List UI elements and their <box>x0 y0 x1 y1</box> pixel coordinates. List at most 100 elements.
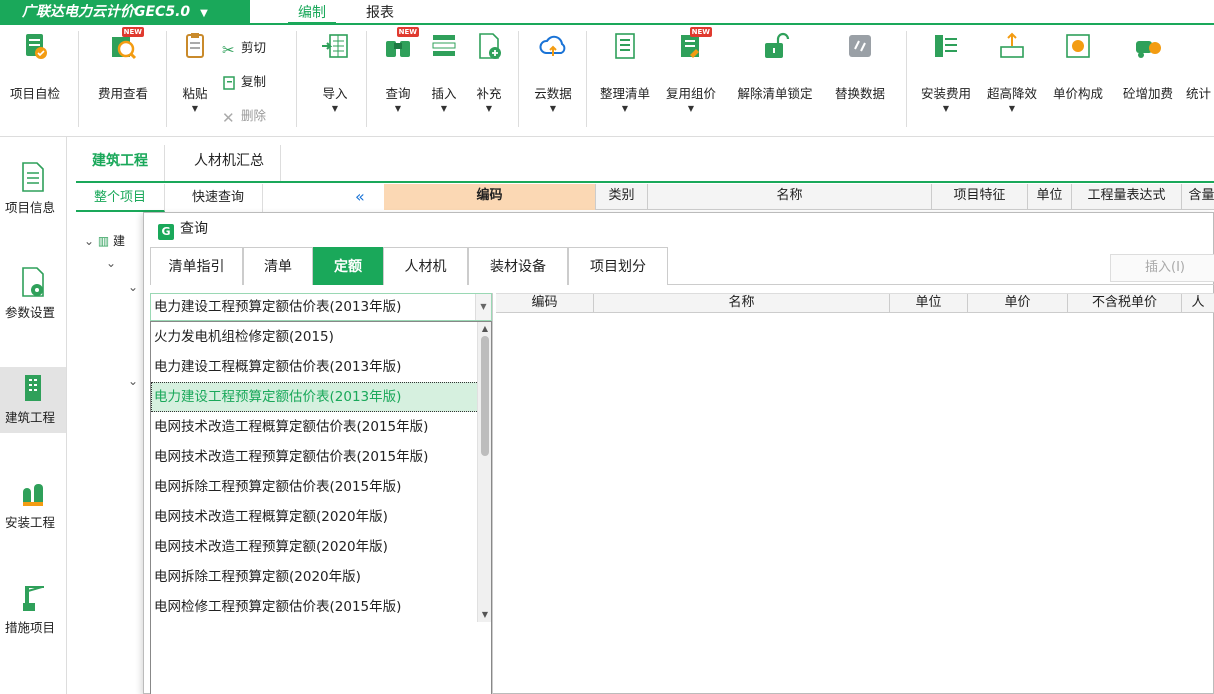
dropdown-option[interactable]: 电力建设工程概算定额估价表(2013年版) <box>151 352 479 382</box>
column-header-labor[interactable]: 人 <box>1182 294 1214 313</box>
chevron-down-icon: ▼ <box>942 104 950 113</box>
reuse-group-button[interactable]: NEW 复用组价 ▼ <box>660 27 722 113</box>
insert-button[interactable]: 插入(I) <box>1110 254 1214 282</box>
scroll-down-icon[interactable]: ▼ <box>478 608 492 622</box>
tab-project-division[interactable]: 项目划分 <box>568 247 668 285</box>
column-header-unit[interactable]: 单位 <box>890 294 968 313</box>
sidebar-item-params[interactable]: 参数设置 <box>0 262 66 328</box>
tab-material-equipment[interactable]: 装材设备 <box>468 247 568 285</box>
column-header-content[interactable]: 含量 <box>1182 184 1214 210</box>
unlock-list-button[interactable]: 解除清单锁定 <box>728 31 822 102</box>
concrete-add-button[interactable]: 砼增加费 <box>1116 31 1180 102</box>
app-title-menu[interactable]: 广联达电力云计价GEC5.0 ▼ <box>0 0 250 24</box>
dropdown-option[interactable]: 电网技术改造工程概算定额估价表(2015年版) <box>151 412 479 442</box>
dropdown-option[interactable]: 火力发电机组检修定额(2015) <box>151 322 479 352</box>
height-reduce-button[interactable]: 超高降效 ▼ <box>980 31 1044 113</box>
dropdown-option[interactable]: 电网技术改造工程预算定额估价表(2015年版) <box>151 442 479 472</box>
chevron-down-icon: ▼ <box>394 104 402 113</box>
menu-tab-report[interactable]: 报表 <box>356 2 404 25</box>
chevron-down-icon: ▼ <box>549 104 557 113</box>
column-header-code[interactable]: 编码 <box>496 294 594 313</box>
column-header-feature[interactable]: 项目特征 <box>932 184 1028 210</box>
dropdown-option[interactable]: 电网技术改造工程概算定额(2020年版) <box>151 502 479 532</box>
menu-tab-edit[interactable]: 编制 <box>288 2 336 25</box>
install-fee-button[interactable]: 安装费用 ▼ <box>914 31 978 113</box>
dropdown-option[interactable]: 电网技术改造工程预算定额(2020年版) <box>151 532 479 562</box>
install-list-icon <box>931 31 961 61</box>
tab-labor-material-machine[interactable]: 人材机 <box>383 247 468 285</box>
dropdown-option[interactable]: 电网检修工程预算定额估价表(2015年版) <box>151 592 479 622</box>
delete-button[interactable]: ✕ 删除 <box>222 105 266 127</box>
app-title: 广联达电力云计价GEC5.0 <box>22 4 191 20</box>
replace-icon <box>845 31 875 61</box>
cut-button[interactable]: ✂ 剪切 <box>222 37 266 59</box>
column-header-type[interactable]: 类别 <box>596 184 648 210</box>
checklist-icon <box>20 31 50 61</box>
column-header-price[interactable]: 单价 <box>968 294 1068 313</box>
chevron-down-icon: ▼ <box>1008 104 1016 113</box>
cloud-data-button[interactable]: 云数据 ▼ <box>528 31 578 113</box>
tab-whole-project[interactable]: 整个项目 <box>76 184 166 212</box>
copy-button[interactable]: 复制 <box>222 71 266 91</box>
dialog-title: 查询 <box>180 221 208 237</box>
tab-list-guide[interactable]: 清单指引 <box>150 247 243 285</box>
dropdown-option[interactable]: 电网拆除工程预算定额(2020年版) <box>151 562 479 592</box>
panel-divider[interactable] <box>492 293 493 694</box>
stats-button[interactable]: 统计 <box>1186 31 1214 102</box>
query-button[interactable]: NEW 查询 ▼ <box>376 27 420 113</box>
insert-button[interactable]: 插入 ▼ <box>422 31 466 113</box>
column-header-name[interactable]: 名称 <box>594 294 890 313</box>
tree-expand-icon[interactable]: ⌄ <box>128 374 138 388</box>
tree-expand-icon[interactable]: ⌄ <box>128 280 138 294</box>
sidebar-item-project-info[interactable]: 项目信息 <box>0 157 66 223</box>
app-logo-icon: G <box>158 224 174 240</box>
tab-list[interactable]: 清单 <box>243 247 313 285</box>
ribbon-separator <box>166 31 167 127</box>
copy-icon <box>222 75 238 91</box>
ribbon-separator <box>586 31 587 127</box>
chevron-down-icon: ▼ <box>331 104 339 113</box>
quota-library-select[interactable]: 电力建设工程预算定额估价表(2013年版) ▼ <box>150 293 492 321</box>
replace-data-button[interactable]: 替换数据 <box>828 31 892 102</box>
tab-building[interactable]: 建筑工程 <box>76 145 165 181</box>
column-header-name[interactable]: 名称 <box>648 184 932 210</box>
import-table-icon <box>320 31 350 61</box>
column-header-unit[interactable]: 单位 <box>1028 184 1072 210</box>
chevron-down-icon: ▼ <box>440 104 448 113</box>
tab-labor-material[interactable]: 人材机汇总 <box>178 145 281 181</box>
dropdown-option[interactable]: 电网拆除工程预算定额估价表(2015年版) <box>151 472 479 502</box>
scroll-up-icon[interactable]: ▲ <box>478 322 492 336</box>
column-header-quantity-expr[interactable]: 工程量表达式 <box>1072 184 1182 210</box>
dropdown-scrollbar[interactable]: ▲ ▼ <box>477 322 491 622</box>
binoculars-icon: NEW <box>383 27 419 61</box>
scissors-icon: ✂ <box>222 40 235 59</box>
sidebar-item-install[interactable]: 安装工程 <box>0 472 66 538</box>
unlock-icon <box>760 31 790 61</box>
chevron-down-icon[interactable]: ▼ <box>475 294 491 320</box>
tab-quota[interactable]: 定额 <box>313 247 383 285</box>
sidebar-item-measures[interactable]: 措施项目 <box>0 577 66 643</box>
fee-view-button[interactable]: NEW 费用查看 <box>88 27 158 102</box>
column-header-price-excl-tax[interactable]: 不含税单价 <box>1068 294 1182 313</box>
chevron-down-icon: ▼ <box>485 104 493 113</box>
collapse-left-icon[interactable]: « <box>355 187 365 206</box>
tree-expand-icon[interactable]: ⌄ <box>106 256 116 270</box>
scrollbar-thumb[interactable] <box>481 336 489 456</box>
tree-node-root[interactable]: ⌄ ▥ 建 <box>84 232 125 249</box>
column-header-code[interactable]: 编码 <box>384 184 596 210</box>
import-button[interactable]: 导入 ▼ <box>314 31 356 113</box>
dialog-title-bar[interactable]: G 查询 <box>144 213 1213 245</box>
project-check-button[interactable]: 项目自检 <box>4 31 66 102</box>
insert-rows-icon <box>429 31 459 61</box>
quota-library-selected-value: 电力建设工程预算定额估价表(2013年版) <box>154 299 402 315</box>
paste-button[interactable]: 粘贴 ▼ <box>172 31 218 113</box>
supplement-button[interactable]: 补充 ▼ <box>468 31 510 113</box>
dialog-tabs: 清单指引 清单 定额 人材机 装材设备 项目划分 <box>150 247 1214 285</box>
dropdown-option-selected[interactable]: 电力建设工程预算定额估价表(2013年版) <box>151 382 479 412</box>
concrete-mixer-icon <box>1133 31 1163 61</box>
unit-price-button[interactable]: 单价构成 <box>1046 31 1110 102</box>
new-badge: NEW <box>121 27 144 37</box>
tab-quick-search[interactable]: 快速查询 <box>174 184 264 212</box>
organize-list-button[interactable]: 整理清单 ▼ <box>594 31 656 113</box>
sidebar-item-building[interactable]: 建筑工程 <box>0 367 66 433</box>
